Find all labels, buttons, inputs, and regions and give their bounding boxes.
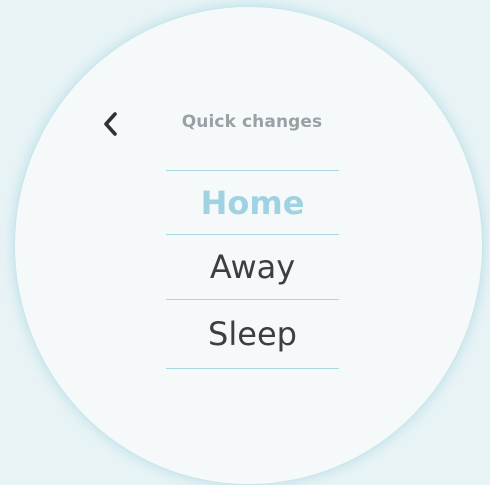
chevron-left-icon [101,111,121,137]
quick-changes-list: Home Away Sleep [166,170,339,369]
screen: Quick changes Home Away Sleep [0,0,490,485]
option-home[interactable]: Home [166,171,339,234]
option-sleep[interactable]: Sleep [166,300,339,368]
divider [166,368,339,369]
back-button[interactable] [97,110,125,138]
option-away[interactable]: Away [166,235,339,299]
page-title: Quick changes [181,112,323,132]
